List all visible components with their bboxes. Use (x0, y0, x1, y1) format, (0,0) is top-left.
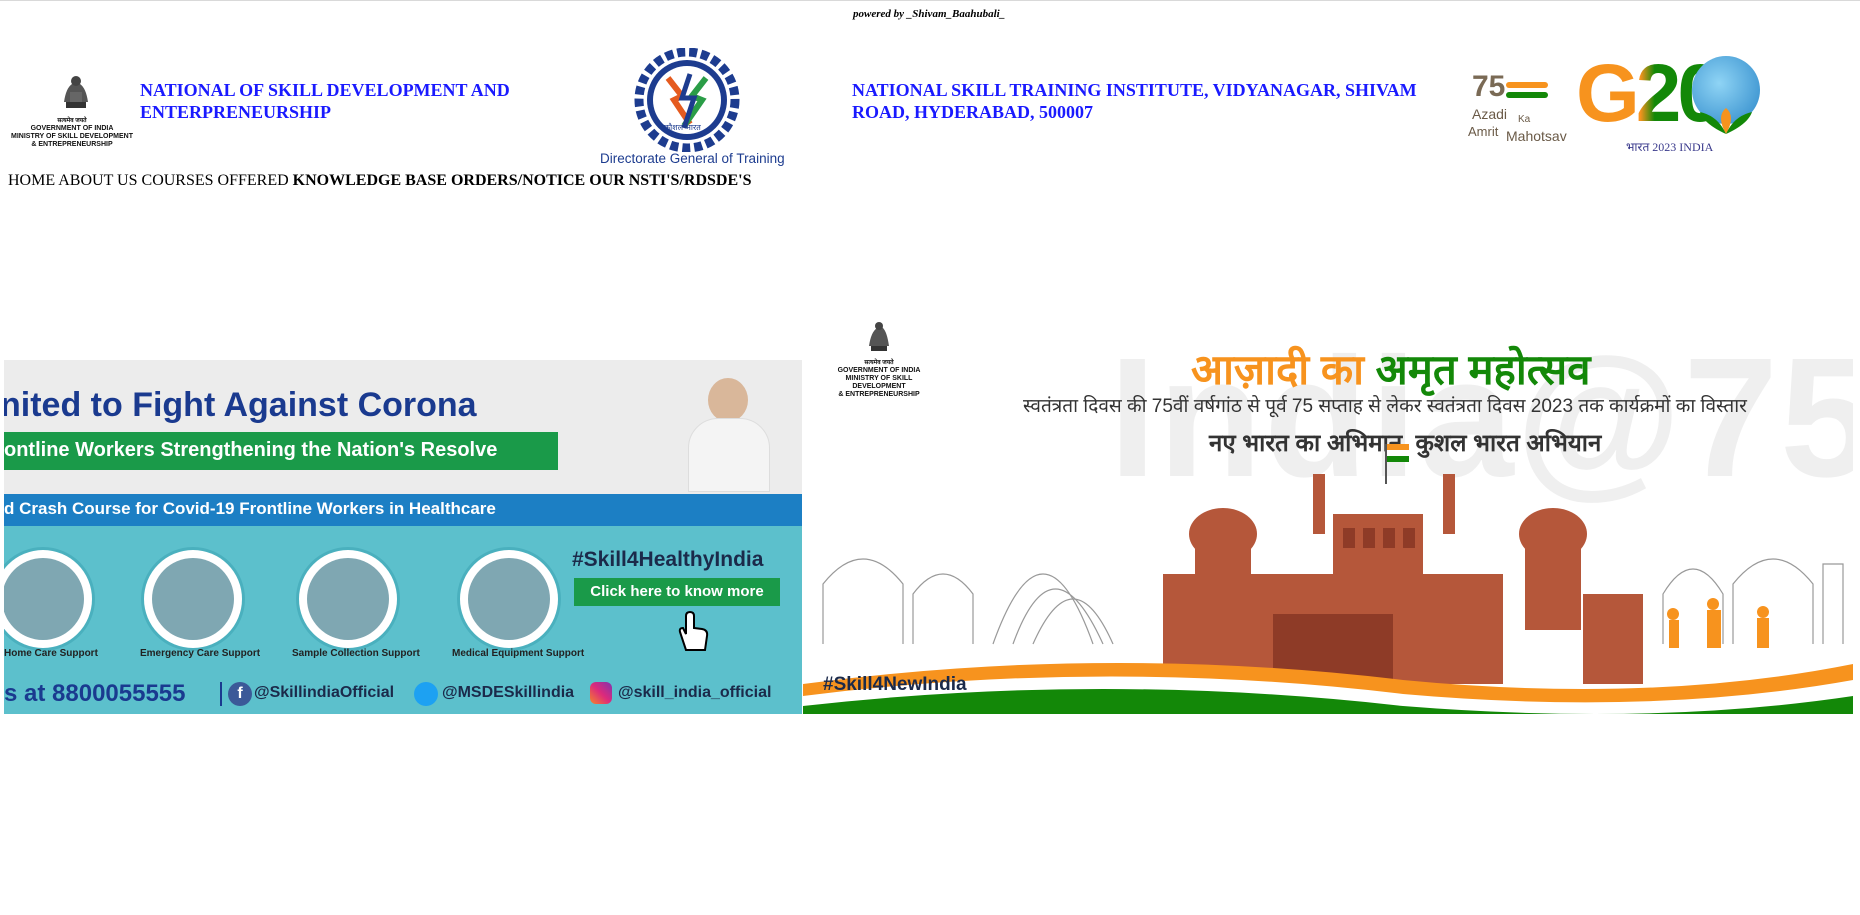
social-facebook: @SkillindiaOfficial (254, 684, 395, 701)
azadi-flag-swoosh (1506, 82, 1548, 88)
right-emblem: सत्यमेव जयते GOVERNMENT OF INDIA MINISTR… (821, 318, 937, 399)
ashoka-emblem-icon (869, 322, 889, 351)
corona-banner[interactable]: nited to Fight Against Corona ontline Wo… (4, 360, 802, 714)
powered-by-text: powered by _Shivam_Baahubali_ (853, 8, 1006, 20)
corona-headline: nited to Fight Against Corona (4, 386, 477, 424)
dgt-logo: कौशल भारत Directorate General of Trainin… (598, 47, 785, 168)
circle-equipment (460, 550, 558, 648)
amrit-title-green: अमृत महोत्सव (1375, 346, 1591, 393)
social-instagram: @skill_india_official (618, 684, 772, 701)
hashtag-new-india: #Skill4NewIndia (823, 674, 967, 695)
dgt-gear-icon (634, 47, 740, 153)
g20-subtext: भारत 2023 INDIA (1626, 140, 1714, 154)
circle-emergency (144, 550, 242, 648)
azadi-flag-swoosh-green (1506, 92, 1548, 98)
left-org-title-line1: NATIONAL OF SKILL DEVELOPMENT AND (140, 80, 510, 100)
nav-home[interactable]: HOME (8, 172, 55, 189)
label-home-care: Home Care Support (4, 648, 98, 659)
footer-divider (220, 682, 222, 706)
hand-cursor-icon (678, 610, 709, 651)
nav-courses-offered[interactable]: COURSES OFFERED (142, 172, 289, 189)
emblem-text-2: GOVERNMENT OF INDIA (30, 125, 114, 132)
lotus-icon (1700, 108, 1752, 134)
emblem-text-1: सत्यमेव जयते (57, 118, 87, 124)
label-emergency: Emergency Care Support (140, 648, 261, 659)
nav-about-us[interactable]: ABOUT US (58, 172, 137, 189)
amrit-title-orange: आज़ादी का (1191, 346, 1364, 393)
amrit-mahotsav-banner[interactable]: India@75 सत्यमेव जयते GOVERNMENT OF INDI… (803, 314, 1853, 714)
social-twitter: @MSDESkillindia (442, 684, 575, 701)
pm-photo (674, 374, 780, 492)
gov-emblem-logo: सत्यमेव जयते GOVERNMENT OF INDIA MINISTR… (10, 70, 134, 150)
g20-logo: G20 भारत 2023 INDIA (1576, 52, 1772, 158)
azadi-text-4: Mahotsav (1506, 128, 1567, 144)
nav-orders-notice[interactable]: ORDERS/NOTICE (451, 172, 585, 189)
nav-knowledge-base[interactable]: KNOWLEDGE BASE (293, 172, 447, 189)
emblem-text-3: MINISTRY OF SKILL DEVELOPMENT (11, 133, 133, 140)
main-nav: HOME ABOUT US COURSES OFFERED KNOWLEDGE … (8, 172, 751, 190)
azadi-ka-amrit-mahotsav-logo: 75 Azadi Ka Amrit Mahotsav (1468, 70, 1572, 150)
instagram-icon (590, 682, 612, 704)
amrit-line1: स्वतंत्रता दिवस की 75वीं वर्षगांठ से पूर… (1023, 396, 1747, 417)
right-emblem-text-3: MINISTRY OF SKILL DEVELOPMENT (845, 375, 913, 390)
dgt-caption: Directorate General of Training (600, 151, 785, 166)
footer-phone: s at 8800055555 (4, 680, 186, 707)
hashtag-healthy: #Skill4HealthyIndia (572, 548, 764, 571)
institute-title-line1: NATIONAL SKILL TRAINING INSTITUTE, VIDYA… (852, 80, 1417, 100)
institute-title-line2: ROAD, HYDERABAD, 500007 (852, 102, 1094, 122)
azadi-text-1: Azadi (1472, 106, 1508, 122)
nav-our-nsti[interactable]: OUR NSTI'S/RDSDE'S (589, 172, 751, 189)
emblem-text-4: & ENTREPRENEURSHIP (31, 141, 113, 148)
twitter-icon (414, 682, 438, 706)
label-equipment: Medical Equipment Support (452, 648, 585, 659)
top-border (0, 0, 1860, 1)
azadi-text-2: Ka (1518, 114, 1531, 125)
ashoka-emblem-icon (64, 76, 88, 108)
know-more-button[interactable]: Click here to know more (574, 578, 780, 606)
institute-title: NATIONAL SKILL TRAINING INSTITUTE, VIDYA… (852, 79, 1417, 123)
right-emblem-text-2: GOVERNMENT OF INDIA (837, 367, 921, 374)
right-emblem-text-1: सत्यमेव जयते (864, 360, 894, 366)
corona-subline: ontline Workers Strengthening the Nation… (4, 439, 498, 461)
left-org-title-line2: ENTERPRENEURSHIP (140, 102, 332, 122)
azadi-75-number: 75 (1472, 70, 1506, 103)
azadi-text-3: Amrit (1468, 124, 1499, 139)
course-line: d Crash Course for Covid-19 Frontline Wo… (4, 499, 496, 518)
circle-sample (299, 550, 397, 648)
right-emblem-text-4: & ENTREPRENEURSHIP (838, 391, 920, 398)
label-sample: Sample Collection Support (292, 648, 420, 659)
facebook-icon: f (228, 682, 252, 706)
dgt-hindi-text: कौशल भारत (664, 123, 701, 132)
amrit-title: आज़ादी का अमृत महोत्सव (1191, 340, 1591, 397)
left-org-title: NATIONAL OF SKILL DEVELOPMENT AND ENTERP… (140, 79, 510, 123)
